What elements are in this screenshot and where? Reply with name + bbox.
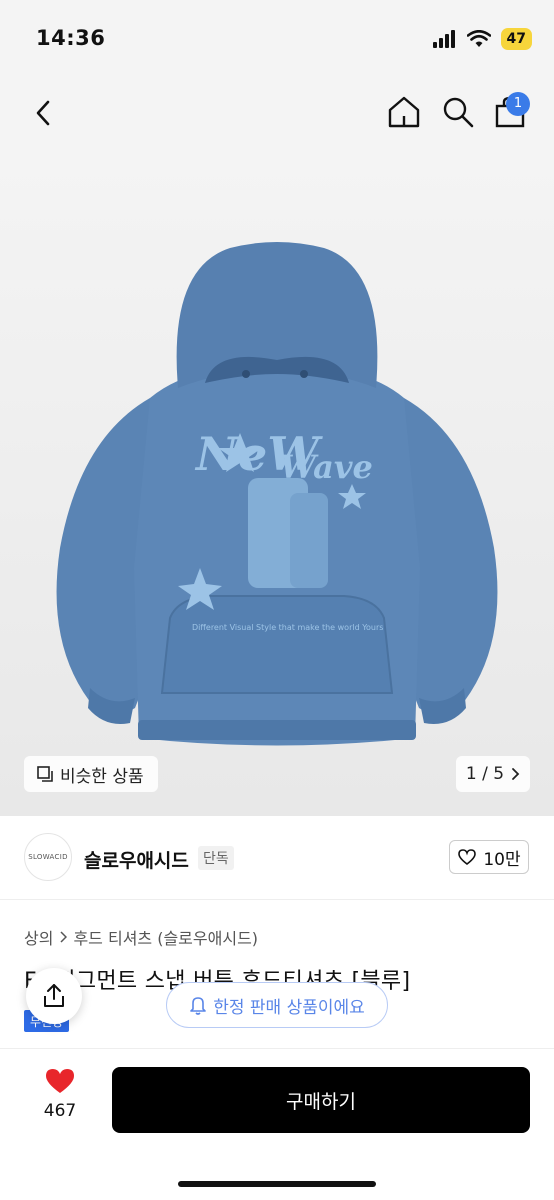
breadcrumb-level1[interactable]: 상의 [24,925,53,949]
heart-filled-icon [46,1069,74,1093]
copy-icon [37,766,53,782]
chevron-right-icon [60,931,68,943]
product-image-carousel[interactable]: NeW Wave Different Visual Style that mak… [0,148,554,816]
image-page-counter[interactable]: 1 / 5 [456,756,530,792]
similar-products-label: 비슷한 상품 [60,766,144,787]
breadcrumb: 상의 후드 티셔츠 (슬로우애시드) [24,925,258,949]
search-icon[interactable] [440,94,476,130]
bell-icon [190,997,207,1015]
home-icon[interactable] [386,94,422,130]
cart-count-badge: 1 [506,92,530,116]
share-button[interactable] [26,968,82,1024]
brand-like-count: 10만 [483,849,521,870]
limited-sale-banner: 한정 판매 상품이에요 [166,982,388,1028]
battery-indicator: 47 [500,28,532,50]
wishlist-button[interactable]: 467 [32,1067,88,1121]
wishlist-count: 467 [43,1101,77,1121]
hoodie-product-photo: NeW Wave Different Visual Style that mak… [56,242,498,746]
share-icon [44,984,64,1007]
brand-like-button[interactable]: 10만 [449,840,529,874]
status-icons: 47 [432,28,532,50]
svg-text:Wave: Wave [280,448,373,486]
brand-row: SLOWACID 슬로우애시드 단독 10만 [0,816,554,900]
brand-logo[interactable]: SLOWACID [24,833,72,881]
home-indicator [178,1181,376,1187]
bottom-purchase-bar: 467 구매하기 [0,1048,554,1200]
exclusive-badge: 단독 [198,846,234,870]
status-time: 14:36 [36,26,106,50]
status-bar: 14:36 47 [0,0,554,80]
chevron-right-icon [512,768,520,780]
similar-products-button[interactable]: 비슷한 상품 [24,756,158,792]
chevron-left-icon [36,100,50,126]
heart-outline-icon [458,849,477,866]
wifi-icon [466,30,491,47]
svg-text:Different Visual Style that ma: Different Visual Style that make the wor… [192,623,383,632]
brand-name[interactable]: 슬로우애시드 [84,846,189,873]
buy-button[interactable]: 구매하기 [112,1067,530,1133]
breadcrumb-level2[interactable]: 후드 티셔츠 (슬로우애시드) [73,925,258,949]
back-button[interactable] [26,96,60,130]
signal-icon [432,30,455,48]
page-counter-label: 1 / 5 [465,764,505,784]
top-navbar [0,80,554,148]
limited-sale-text: 한정 판매 상품이에요 [213,997,365,1018]
